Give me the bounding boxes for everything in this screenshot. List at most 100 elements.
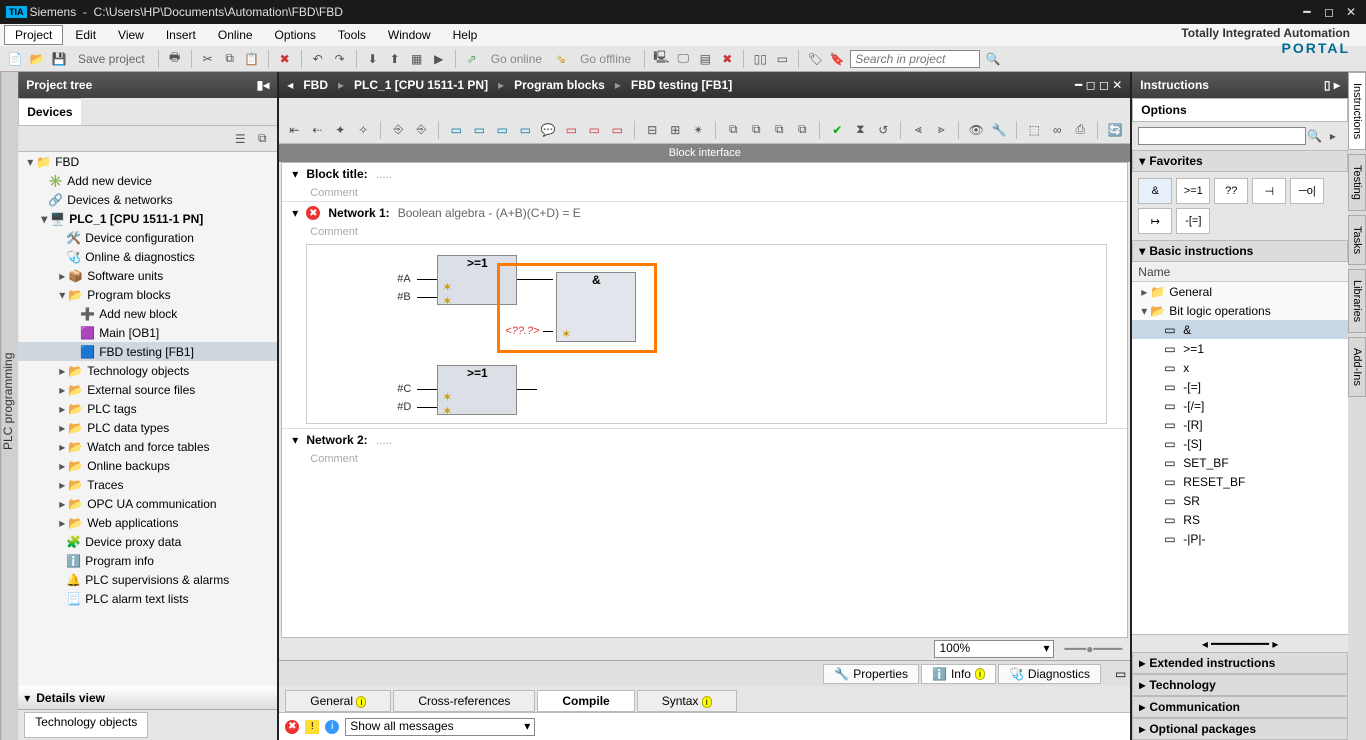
window-max-icon[interactable]: ◻	[1099, 78, 1109, 92]
tb-monitor-icon[interactable]: 👁	[967, 121, 985, 139]
ctab-syntax[interactable]: Syntax i	[637, 690, 737, 712]
tb-i2-icon[interactable]: ⧗	[851, 121, 869, 139]
tree-conf-icon[interactable]: ⧉	[253, 130, 271, 148]
and-block[interactable]: & ✶	[556, 272, 636, 342]
tb-e1-icon[interactable]: ▭	[447, 121, 465, 139]
project-tree[interactable]: ▾📁FBD ✳️Add new device 🔗Devices & networ…	[18, 152, 277, 686]
msg-info-icon[interactable]: i	[325, 720, 339, 734]
favorites-header[interactable]: ▾Favorites	[1132, 150, 1348, 172]
redo-icon[interactable]: ↷	[331, 50, 349, 68]
tree-plc-dt[interactable]: ▸📂PLC data types	[18, 418, 277, 437]
upload-icon[interactable]: ⬆	[386, 50, 404, 68]
instr-bitlogic[interactable]: ▾📂Bit logic operations	[1132, 301, 1348, 320]
ref-icon[interactable]: 🔖	[828, 50, 846, 68]
window-min-icon[interactable]: ━	[1075, 78, 1082, 92]
close-icon[interactable]: ✕	[1342, 5, 1360, 19]
instr-general[interactable]: ▸📁General	[1132, 282, 1348, 301]
split-h-icon[interactable]: ▯▯	[751, 50, 769, 68]
tb-h2-icon[interactable]: ⧉	[747, 121, 765, 139]
tree-proginfo[interactable]: ℹ️Program info	[18, 551, 277, 570]
instr-search-icon[interactable]: 🔍	[1306, 127, 1324, 145]
details-view-header[interactable]: ▾Details view	[18, 686, 277, 710]
tb-i1-icon[interactable]: ✔	[828, 121, 846, 139]
window-float-icon[interactable]: ◻	[1086, 78, 1096, 92]
print-icon[interactable]: 🖶	[166, 50, 184, 68]
tree-tech-obj[interactable]: ▸📂Technology objects	[18, 361, 277, 380]
options-header[interactable]: Options	[1132, 98, 1348, 122]
tree-add-device[interactable]: ✳️Add new device	[18, 171, 277, 190]
tree-main-ob1[interactable]: 🟪Main [OB1]	[18, 323, 277, 342]
sidetab-libraries[interactable]: Libraries	[1348, 269, 1366, 333]
tb-io-icon[interactable]: ⎆	[389, 121, 407, 139]
menu-window[interactable]: Window	[378, 26, 441, 44]
tb-j2-icon[interactable]: ⪢	[932, 121, 950, 139]
sidetab-tasks[interactable]: Tasks	[1348, 215, 1366, 265]
tree-alarmtxt[interactable]: 📃PLC alarm text lists	[18, 589, 277, 608]
devices-tab[interactable]: Devices	[18, 98, 80, 126]
collapse-left-icon[interactable]: ◂	[287, 78, 293, 92]
instr-tree[interactable]: ▸📁General ▾📂Bit logic operations ▭& ▭>=1…	[1132, 282, 1348, 634]
instr-collapse-icon[interactable]: ▸	[1334, 78, 1340, 92]
menu-insert[interactable]: Insert	[156, 26, 206, 44]
op-rs[interactable]: ▭RS	[1132, 510, 1348, 529]
zoom-select[interactable]: 100%▾	[934, 640, 1054, 658]
op-s[interactable]: ▭-[S]	[1132, 434, 1348, 453]
tree-dev-cfg[interactable]: 🛠️Device configuration	[18, 228, 277, 247]
menu-tools[interactable]: Tools	[328, 26, 376, 44]
tb-refresh-icon[interactable]: 🔄	[1106, 121, 1124, 139]
inspector-collapse-icon[interactable]: ▭	[1115, 667, 1126, 681]
tech-header[interactable]: ▸Technology	[1132, 674, 1348, 696]
menu-project[interactable]: Project	[4, 25, 63, 45]
tb-k3-icon[interactable]: ⎙	[1071, 121, 1089, 139]
menu-help[interactable]: Help	[443, 26, 488, 44]
op-ge1[interactable]: ▭>=1	[1132, 339, 1348, 358]
ext-instr-header[interactable]: ▸Extended instructions	[1132, 652, 1348, 674]
block-title-row[interactable]: ▾Block title:.....	[282, 163, 1127, 185]
insert2-icon[interactable]: ✧	[354, 121, 372, 139]
download-icon[interactable]: ⬇	[364, 50, 382, 68]
tree-fbd-testing[interactable]: 🟦FBD testing [FB1]	[18, 342, 277, 361]
msg-error-icon[interactable]: ✖	[285, 720, 299, 734]
go-online-button[interactable]: Go online	[485, 52, 548, 66]
network1-header[interactable]: ▾ ✖ Network 1: Boolean algebra - (A+B)(C…	[282, 201, 1127, 224]
sidetab-instructions[interactable]: Instructions	[1348, 72, 1366, 150]
op-x[interactable]: ▭x	[1132, 358, 1348, 377]
op-and[interactable]: ▭&	[1132, 320, 1348, 339]
tb-k2-icon[interactable]: ∞	[1048, 121, 1066, 139]
tb-h4-icon[interactable]: ⧉	[793, 121, 811, 139]
window-close-icon[interactable]: ✕	[1112, 78, 1122, 92]
menu-edit[interactable]: Edit	[65, 26, 106, 44]
tree-ext-src[interactable]: ▸📂External source files	[18, 380, 277, 399]
msg-filter-select[interactable]: Show all messages▾	[345, 718, 535, 736]
left-sidetab[interactable]: PLC programming	[0, 72, 18, 740]
ctab-general[interactable]: General i	[285, 690, 391, 712]
optpkg-header[interactable]: ▸Optional packages	[1132, 718, 1348, 740]
tb-e5-icon[interactable]: 💬	[539, 121, 557, 139]
maximize-icon[interactable]: ◻	[1320, 5, 1338, 19]
fav-jmp[interactable]: ↦	[1138, 208, 1172, 234]
fbd-editor[interactable]: ▾Block title:..... Comment ▾ ✖ Network 1…	[281, 162, 1128, 638]
paste-icon[interactable]: 📋	[243, 50, 261, 68]
minimize-icon[interactable]: ━	[1298, 5, 1316, 19]
instr-view-icon[interactable]: ▯	[1324, 78, 1331, 92]
device-icon[interactable]: ▤	[696, 50, 714, 68]
op-setbf[interactable]: ▭SET_BF	[1132, 453, 1348, 472]
basic-instr-header[interactable]: ▾Basic instructions	[1132, 240, 1348, 262]
block-comment[interactable]: Comment	[282, 185, 1127, 201]
tb-h1-icon[interactable]: ⧉	[724, 121, 742, 139]
tb-h3-icon[interactable]: ⧉	[770, 121, 788, 139]
ctab-xref[interactable]: Cross-references	[393, 690, 535, 712]
network2-header[interactable]: ▾Network 2:.....	[282, 428, 1127, 451]
op-resetbf[interactable]: ▭RESET_BF	[1132, 472, 1348, 491]
compile-icon[interactable]: ▦	[408, 50, 426, 68]
tree-backups[interactable]: ▸📂Online backups	[18, 456, 277, 475]
goonline-icon[interactable]: ⇗	[463, 50, 481, 68]
tb-force-icon[interactable]: 🔧	[990, 121, 1008, 139]
collapse-icon[interactable]: ▮◂	[257, 78, 270, 92]
tree-plc[interactable]: ▾🖥️PLC_1 [CPU 1511-1 PN]	[18, 209, 277, 228]
tree-prog-blocks[interactable]: ▾📂Program blocks	[18, 285, 277, 304]
nav-prev-icon[interactable]: ⇠	[308, 121, 326, 139]
tree-webapp[interactable]: ▸📂Web applications	[18, 513, 277, 532]
op-slash[interactable]: ▭-[/=]	[1132, 396, 1348, 415]
tree-root[interactable]: ▾📁FBD	[18, 152, 277, 171]
